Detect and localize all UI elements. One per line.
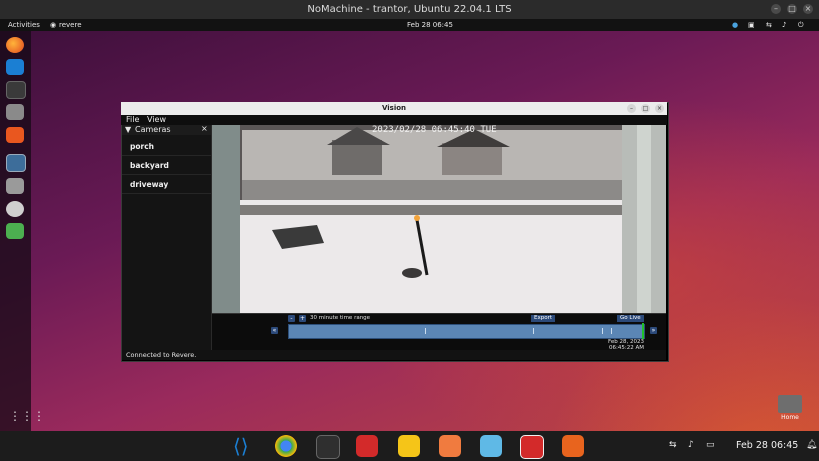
box-taskbar-icon[interactable] <box>480 435 502 457</box>
event-marker[interactable] <box>533 328 534 334</box>
export-button[interactable]: Export <box>531 315 556 322</box>
left-dock: ⋮⋮⋮ <box>0 31 45 431</box>
timeline-forward-button[interactable]: » <box>650 327 657 334</box>
chart-taskbar-icon[interactable] <box>562 435 584 457</box>
vscode-icon[interactable] <box>6 59 24 75</box>
home-folder-icon[interactable] <box>778 395 802 413</box>
disk-icon[interactable] <box>6 201 24 217</box>
zoom-out-button[interactable]: - <box>288 315 295 322</box>
battery-tray-icon[interactable]: ▭ <box>706 440 715 450</box>
window-minimize-icon[interactable]: – <box>627 104 636 113</box>
snowy-scene-image <box>212 125 666 313</box>
video-timestamp: 2023/02/28 06:45:40 TUE <box>372 125 497 135</box>
vision-title: Vision <box>121 102 667 115</box>
event-marker[interactable] <box>425 328 426 334</box>
zoom-in-button[interactable]: + <box>299 315 306 322</box>
nomachine-icon[interactable] <box>6 154 26 172</box>
chrome-taskbar-icon[interactable] <box>275 435 297 457</box>
taskbar-clock[interactable]: Feb 28 06:45 <box>736 440 798 451</box>
timeline-track[interactable] <box>288 323 645 339</box>
power-icon[interactable]: ⏻ <box>798 21 804 30</box>
trash-icon[interactable] <box>6 223 24 239</box>
text-editor-icon[interactable] <box>6 178 24 194</box>
nomachine-active-taskbar-icon[interactable] <box>520 435 544 459</box>
cameras-header-label: Cameras <box>135 125 171 134</box>
tray-red-icon[interactable]: ▣ <box>748 21 755 29</box>
camera-item-label: driveway <box>130 180 169 189</box>
vscode-taskbar-icon[interactable]: ⟨⟩ <box>233 435 255 457</box>
network-tray-icon[interactable]: ⇆ <box>669 440 677 450</box>
collapse-triangle-icon[interactable]: ▼ <box>125 125 131 134</box>
maximize-icon[interactable]: □ <box>787 4 797 14</box>
network-icon[interactable]: ⇆ <box>766 21 772 29</box>
app-menu-label[interactable]: revere <box>59 21 82 29</box>
panel-close-icon[interactable]: × <box>201 124 208 133</box>
software-center-icon[interactable] <box>6 127 24 143</box>
terminal-taskbar-icon[interactable] <box>316 435 340 459</box>
volume-icon[interactable]: ♪ <box>782 21 786 29</box>
event-marker[interactable] <box>611 328 612 334</box>
camera-item-driveway[interactable]: driveway <box>122 175 211 194</box>
terminal-icon[interactable] <box>6 81 26 99</box>
window-maximize-icon[interactable]: □ <box>641 104 650 113</box>
live-position-marker <box>642 323 644 339</box>
minimize-icon[interactable]: – <box>771 4 781 14</box>
app-menu-icon[interactable]: ◉ <box>50 21 56 29</box>
activities-button[interactable]: Activities <box>8 21 40 29</box>
cameras-header: ▼ Cameras × <box>122 124 211 135</box>
window-close-icon[interactable]: × <box>655 104 664 113</box>
firefox-icon[interactable] <box>6 37 24 53</box>
camera-video-feed[interactable] <box>212 125 666 313</box>
camera-item-label: backyard <box>130 161 169 170</box>
top-clock[interactable]: Feb 28 06:45 <box>407 21 453 29</box>
notification-bell-icon[interactable]: 🔔︎ <box>806 440 817 450</box>
event-marker[interactable] <box>602 328 603 334</box>
gnome-top-panel: Activities ◉ revere Feb 28 06:45 ● ▣ ⇆ ♪… <box>0 19 819 31</box>
notes-taskbar-icon[interactable] <box>398 435 420 457</box>
close-icon[interactable]: × <box>803 4 813 14</box>
menu-file[interactable]: File <box>126 115 139 124</box>
timeline-back-button[interactable]: « <box>271 327 278 334</box>
menu-view[interactable]: View <box>147 115 166 124</box>
nomachine-title-bar: NoMachine - trantor, Ubuntu 22.04.1 LTS … <box>0 0 819 19</box>
volume-tray-icon[interactable]: ♪ <box>688 440 694 450</box>
go-live-button[interactable]: Go Live <box>617 315 644 322</box>
camera-item-porch[interactable]: porch <box>122 137 211 156</box>
nomachine-title: NoMachine - trantor, Ubuntu 22.04.1 LTS <box>307 4 512 15</box>
files-icon[interactable] <box>6 104 24 120</box>
share-taskbar-icon[interactable] <box>439 435 461 457</box>
nomachine-red-taskbar-icon[interactable] <box>356 435 378 457</box>
show-apps-icon[interactable]: ⋮⋮⋮ <box>9 409 45 423</box>
camera-item-label: porch <box>130 142 155 151</box>
tray-app-icon[interactable]: ● <box>732 21 738 29</box>
status-bar: Connected to Revere. <box>122 350 666 360</box>
home-folder-label[interactable]: Home <box>770 414 810 421</box>
status-text: Connected to Revere. <box>126 351 197 359</box>
camera-item-backyard[interactable]: backyard <box>122 156 211 175</box>
time-range-label: 30 minute time range <box>310 315 371 321</box>
